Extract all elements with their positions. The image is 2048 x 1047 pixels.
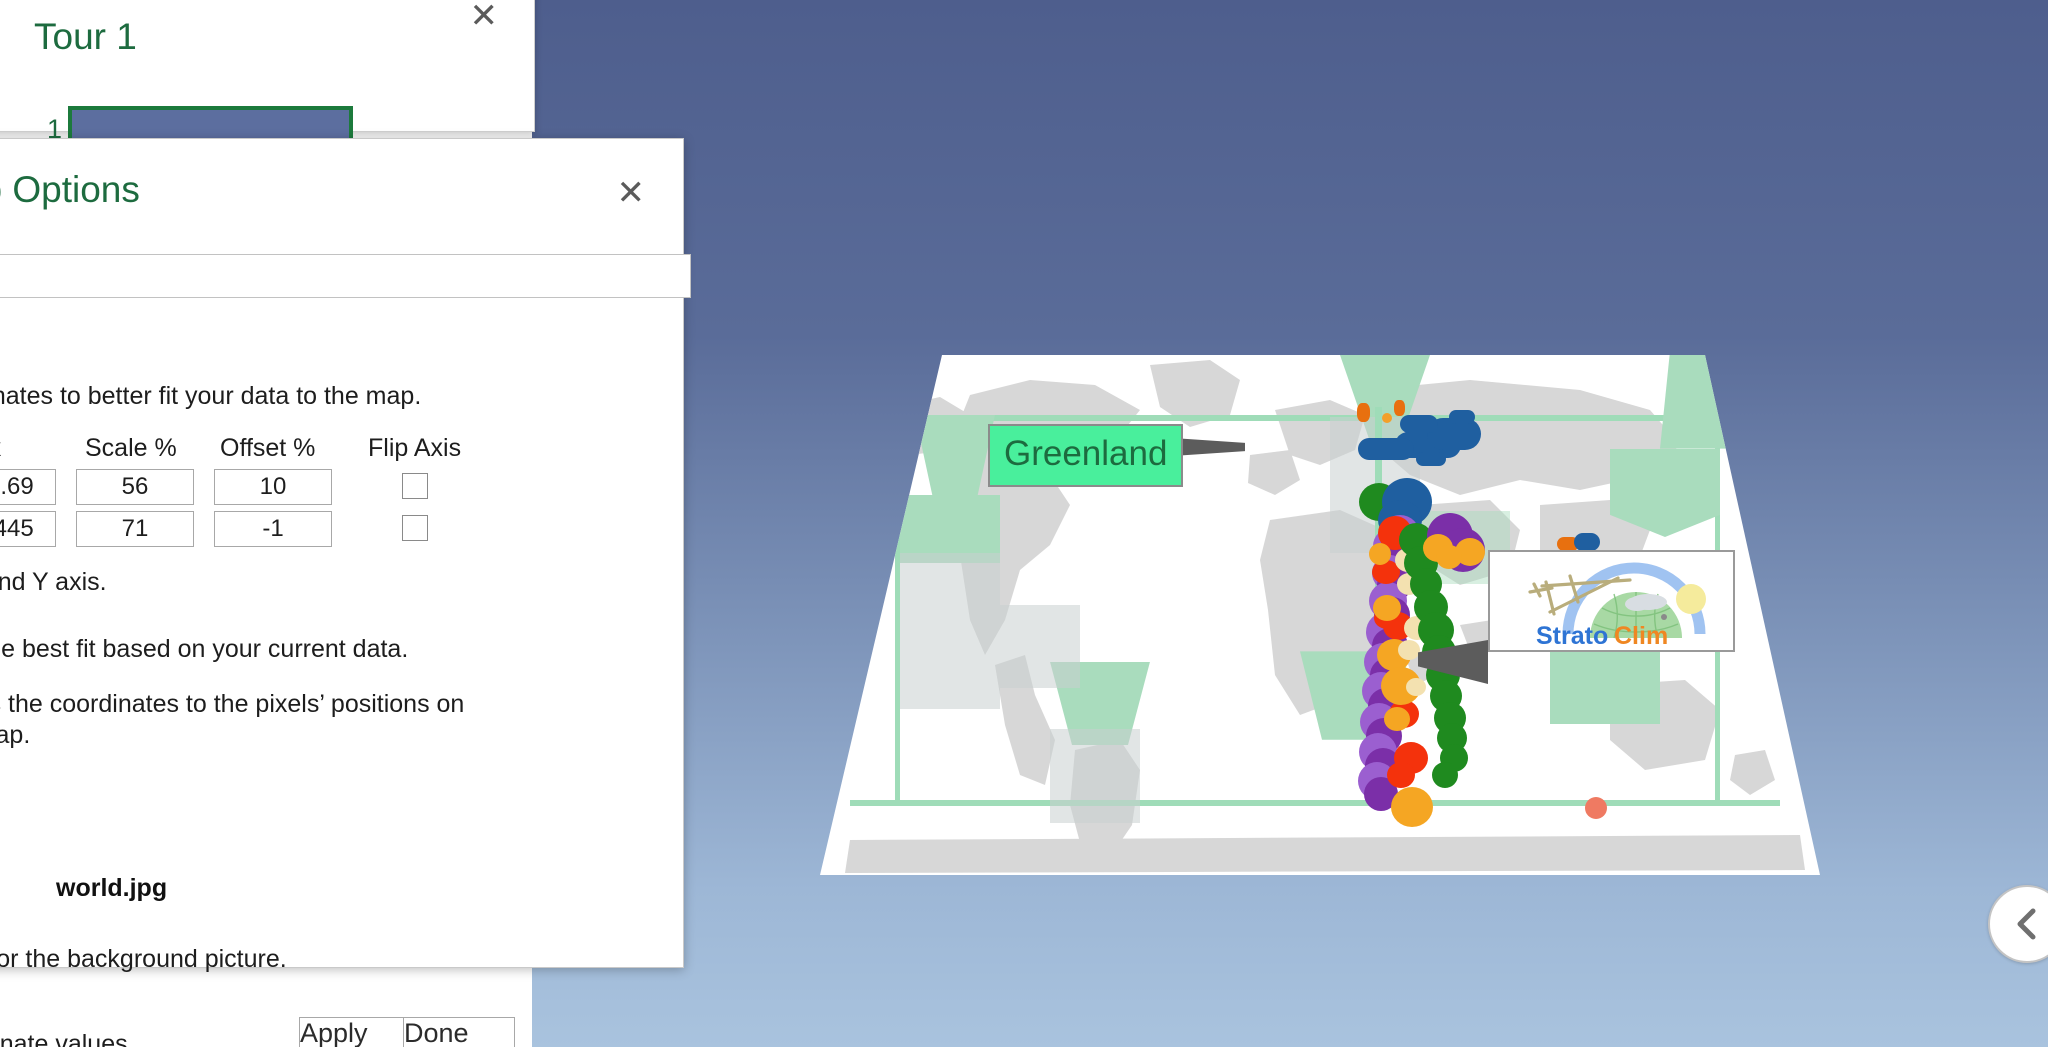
column-header-offset: Offset % bbox=[220, 434, 316, 462]
tour-panel-close-icon[interactable]: ✕ bbox=[470, 0, 499, 33]
stratoclim-logo: Strato Clim bbox=[1490, 552, 1733, 650]
previous-scene-button[interactable] bbox=[1988, 885, 2048, 963]
tour-panel[interactable]: Tour 1 ✕ 1 bbox=[0, 0, 535, 166]
stratoclim-image-callout[interactable]: Strato Clim bbox=[1488, 550, 1735, 652]
svg-text:Strato: Strato bbox=[1536, 622, 1608, 650]
x-offset-input[interactable] bbox=[214, 469, 332, 505]
chevron-left-icon bbox=[2017, 908, 2036, 940]
selection-frame-top bbox=[910, 414, 1710, 421]
selection-volume-dim bbox=[1050, 729, 1140, 823]
y-max-input[interactable] bbox=[0, 511, 56, 547]
y-scale-input[interactable] bbox=[76, 511, 194, 547]
pixel-space-description: Aligns the coordinates to the pixels’ po… bbox=[0, 690, 465, 750]
y-offset-input[interactable] bbox=[214, 511, 332, 547]
column-header-flip-axis: Flip Axis bbox=[368, 434, 462, 462]
map-options-dialog[interactable]: m Map Options ✕ he coordinates to better… bbox=[0, 138, 691, 1047]
data-point bbox=[1585, 797, 1607, 819]
data-point bbox=[1394, 399, 1405, 416]
done-button[interactable]: Done bbox=[403, 1017, 515, 1047]
x-flip-axis-checkbox[interactable] bbox=[402, 473, 428, 499]
tour-panel-title: Tour 1 bbox=[34, 16, 137, 57]
application-window: Greenland Strato Clim Tour 1 ✕ 1 Options… bbox=[0, 0, 2048, 1047]
swap-axis-description: Swap the X and Y axis. bbox=[0, 568, 107, 596]
apply-button[interactable]: Apply bbox=[299, 1017, 411, 1047]
svg-text:Clim: Clim bbox=[1614, 622, 1668, 650]
selection-volume-dim bbox=[900, 552, 1000, 709]
browse-description: Browse for the background picture. bbox=[0, 945, 287, 973]
data-point bbox=[1357, 403, 1370, 423]
file-name-value: world.jpg bbox=[56, 874, 168, 902]
reset-description: : current coordinate values. bbox=[0, 1030, 135, 1047]
map-options-close-icon[interactable]: ✕ bbox=[617, 176, 646, 210]
x-scale-input[interactable] bbox=[76, 469, 194, 505]
selection-volume bbox=[1550, 646, 1660, 725]
x-max-input[interactable] bbox=[0, 469, 56, 505]
column-header-max: Max bbox=[0, 434, 1, 463]
selection-frame-bottom bbox=[850, 799, 1780, 806]
selection-volume-dim bbox=[1000, 604, 1080, 688]
y-flip-axis-checkbox[interactable] bbox=[402, 515, 428, 541]
greenland-callout[interactable]: Greenland bbox=[988, 424, 1184, 487]
map-name-input[interactable] bbox=[0, 254, 691, 298]
column-header-scale: Scale % bbox=[85, 434, 177, 462]
selection-volume bbox=[1660, 355, 1780, 449]
map-options-hint: he coordinates to better fit your data t… bbox=[0, 382, 422, 410]
map-options-title: m Map Options bbox=[0, 169, 140, 210]
auto-fit-description: Get the best fit based on your current d… bbox=[0, 635, 409, 663]
greenland-callout-label: Greenland bbox=[1004, 434, 1168, 473]
